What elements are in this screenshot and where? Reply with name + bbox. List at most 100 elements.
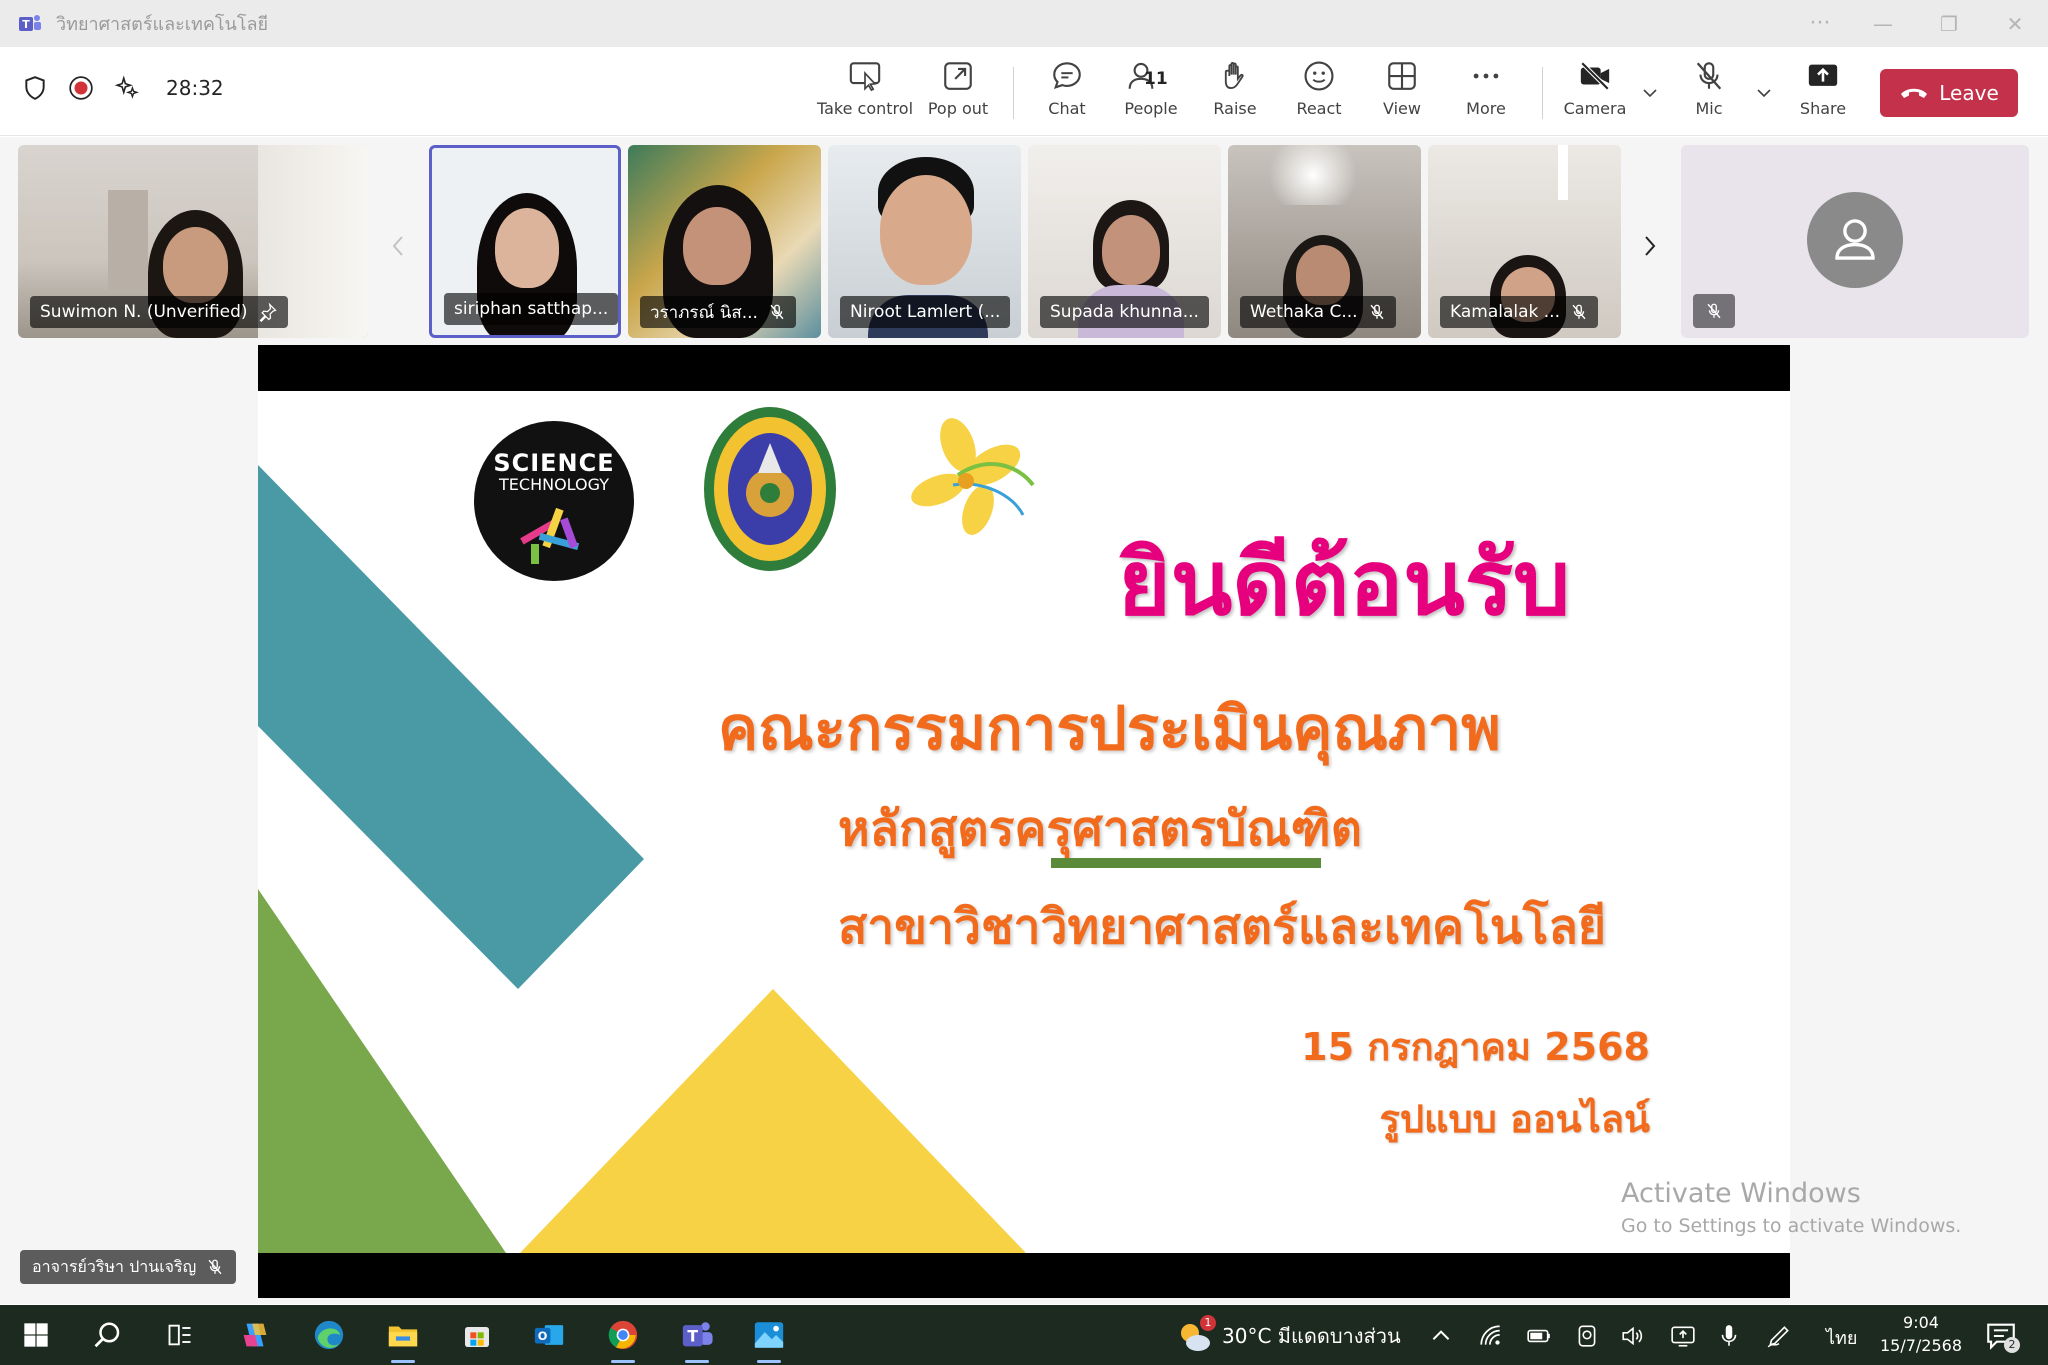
raise-hand-button[interactable]: Raise xyxy=(1190,59,1280,125)
leave-button[interactable]: Leave xyxy=(1880,69,2018,117)
strip-previous-arrow-icon[interactable] xyxy=(386,231,410,261)
input-language-indicator[interactable]: ไทย xyxy=(1826,1323,1857,1352)
logo-text-technology: TECHNOLOGY xyxy=(499,475,609,494)
photos-app[interactable] xyxy=(749,1315,789,1363)
share-button[interactable]: Share xyxy=(1778,59,1868,125)
search-button[interactable] xyxy=(88,1315,128,1355)
view-button[interactable]: View xyxy=(1357,59,1447,125)
react-button[interactable]: React xyxy=(1274,59,1364,125)
more-button[interactable]: More xyxy=(1441,59,1531,125)
camera-button[interactable]: Camera xyxy=(1550,59,1640,125)
task-view-button[interactable] xyxy=(160,1315,200,1355)
mic-label: Mic xyxy=(1695,99,1723,118)
muted-indicator xyxy=(1693,294,1735,328)
camera-in-use-icon[interactable] xyxy=(1574,1323,1600,1349)
participant-name-tag: Kamalalak ... xyxy=(1440,296,1598,328)
outlook-app[interactable]: O xyxy=(529,1315,569,1355)
weather-icon-wrap: 1 xyxy=(1176,1315,1216,1353)
strip-next-arrow-icon[interactable] xyxy=(1638,231,1662,261)
slide-department-name: สาขาวิชาวิทยาศาสตร์และเทคโนโลยี xyxy=(838,899,1607,955)
clock-date: 15/7/2568 xyxy=(1879,1336,1963,1355)
logo-text-science: SCIENCE xyxy=(493,449,615,477)
app-running-indicator xyxy=(757,1360,781,1363)
camera-off-icon xyxy=(1580,61,1610,91)
meeting-info: 28:32 xyxy=(22,75,224,101)
participant-tile-active[interactable]: siriphan satthap... xyxy=(429,145,621,338)
participant-tile[interactable]: Wethaka C... xyxy=(1228,145,1421,338)
recording-icon[interactable] xyxy=(68,75,94,101)
microsoft-store-app[interactable] xyxy=(457,1315,497,1355)
raise-label: Raise xyxy=(1213,99,1257,118)
participant-face xyxy=(683,207,751,285)
network-icon[interactable] xyxy=(1478,1323,1504,1349)
mic-options-chevron-icon[interactable] xyxy=(1752,81,1776,105)
pen-menu-icon[interactable] xyxy=(1766,1323,1792,1349)
react-smiley-icon xyxy=(1304,61,1334,91)
raise-hand-icon xyxy=(1224,61,1244,89)
participant-strip: Suwimon N. (Unverified) siriphan satthap… xyxy=(0,137,2048,345)
microphone-in-use-icon[interactable] xyxy=(1716,1323,1742,1349)
pin-icon[interactable] xyxy=(258,302,278,322)
copilot-sparkle-icon[interactable] xyxy=(114,75,140,101)
mic-off-icon xyxy=(1370,304,1384,320)
system-clock[interactable]: 9:04 15/7/2568 xyxy=(1876,1311,1966,1357)
windows-taskbar: O T 1 30°C มีแดดบางส่วน ไทย 9:04 15/7/25… xyxy=(0,1305,2048,1365)
toolbar-divider xyxy=(1013,67,1014,119)
copilot-icon xyxy=(243,1323,267,1347)
show-hidden-icons-chevron-icon[interactable] xyxy=(1428,1323,1454,1349)
edge-icon xyxy=(314,1320,344,1350)
participant-name-tag: Suwimon N. (Unverified) xyxy=(30,296,288,328)
restore-button[interactable]: ❐ xyxy=(1916,0,1982,47)
participant-face xyxy=(495,208,559,288)
participant-tile[interactable]: Niroot Lamlert (... xyxy=(828,145,1021,338)
weather-widget[interactable]: 1 30°C มีแดดบางส่วน xyxy=(1176,1315,1401,1353)
people-label: People xyxy=(1124,99,1178,118)
close-window-button[interactable]: ✕ xyxy=(1982,0,2048,47)
participant-name: siriphan satthap... xyxy=(454,299,609,319)
svg-text:O: O xyxy=(538,1329,548,1343)
windows-logo-icon xyxy=(24,1323,48,1347)
yellow-triangle-shape xyxy=(520,989,1026,1253)
people-button[interactable]: 11 People xyxy=(1106,59,1196,125)
share-label: Share xyxy=(1799,99,1847,118)
more-label: More xyxy=(1466,99,1506,118)
shield-icon[interactable] xyxy=(22,75,48,101)
app-running-indicator xyxy=(611,1360,635,1363)
slide-welcome-heading: ยินดีต้อนรับ xyxy=(1118,531,1571,636)
participant-tile[interactable]: Kamalalak ... xyxy=(1428,145,1621,338)
mic-off-icon xyxy=(770,304,784,320)
screen-share-indicator-icon[interactable] xyxy=(1670,1323,1696,1349)
background-shelf xyxy=(108,190,148,290)
notification-center-button[interactable]: 2 xyxy=(1984,1319,2020,1353)
green-triangle-shape xyxy=(258,889,506,1253)
chat-button[interactable]: Chat xyxy=(1022,59,1112,125)
camera-options-chevron-icon[interactable] xyxy=(1638,81,1662,105)
battery-icon[interactable] xyxy=(1526,1323,1552,1349)
copilot-app[interactable] xyxy=(235,1315,275,1355)
chat-label: Chat xyxy=(1048,99,1086,118)
mic-button[interactable]: Mic xyxy=(1664,59,1754,125)
participant-tile[interactable]: Suwimon N. (Unverified) xyxy=(18,145,368,338)
teams-app[interactable]: T xyxy=(677,1315,717,1363)
window-more-button[interactable]: ··· xyxy=(1790,11,1850,36)
watermark-subtitle: Go to Settings to activate Windows. xyxy=(1621,1215,1962,1237)
activate-windows-watermark: Activate Windows Go to Settings to activ… xyxy=(1621,1178,1961,1237)
svg-text:T: T xyxy=(22,18,30,31)
take-control-button[interactable]: Take control xyxy=(817,59,913,125)
minimize-button[interactable]: — xyxy=(1850,0,1916,47)
participant-tile[interactable]: Supada khunna... xyxy=(1028,145,1221,338)
edge-app[interactable] xyxy=(309,1315,349,1355)
pop-out-button[interactable]: Pop out xyxy=(913,59,1003,125)
pop-out-icon xyxy=(944,62,972,90)
file-explorer-app[interactable] xyxy=(383,1315,423,1363)
participant-tile[interactable]: วราภรณ์ นิส... xyxy=(628,145,821,338)
weather-alert-badge: 1 xyxy=(1200,1315,1216,1331)
participant-tile-no-video[interactable] xyxy=(1681,145,2029,338)
participant-name: Supada khunna... xyxy=(1050,302,1199,322)
slide-underline-bar xyxy=(1051,858,1321,868)
chrome-app[interactable] xyxy=(603,1315,643,1363)
slide-format: รูปแบบ ออนไลน์ xyxy=(1379,1097,1651,1141)
app-running-indicator xyxy=(685,1360,709,1363)
start-button[interactable] xyxy=(16,1315,56,1355)
volume-icon[interactable] xyxy=(1620,1323,1646,1349)
